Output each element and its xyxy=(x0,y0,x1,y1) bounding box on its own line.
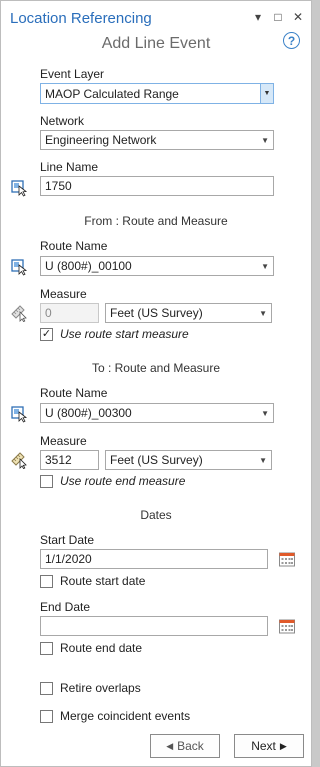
back-button-label: Back xyxy=(177,739,204,753)
back-arrow-icon: ◀ xyxy=(166,740,174,751)
network-dropdown[interactable]: Engineering Network ▼ xyxy=(40,130,274,150)
pane-menu-icon[interactable]: ▾ xyxy=(253,11,263,23)
use-route-end-measure-checkbox[interactable] xyxy=(40,474,53,488)
page-title: Add Line Event xyxy=(101,35,211,52)
calendar-icon[interactable] xyxy=(278,550,296,571)
chevron-down-icon: ▼ xyxy=(259,308,267,318)
to-units-dropdown[interactable]: Feet (US Survey) ▼ xyxy=(105,450,272,470)
chevron-down-icon: ▼ xyxy=(261,135,269,145)
to-measure-input[interactable]: 3512 xyxy=(40,450,99,470)
select-route-map-tool-icon[interactable] xyxy=(9,256,29,276)
line-name-input[interactable]: 1750 xyxy=(40,176,274,196)
to-route-name-dropdown[interactable]: U (800#)_00300 ▼ xyxy=(40,403,274,423)
route-start-date-label: Route start date xyxy=(60,574,146,588)
to-units-value: Feet (US Survey) xyxy=(110,453,203,467)
end-date-input[interactable] xyxy=(40,616,268,636)
use-route-end-measure-row[interactable]: Use route end measure xyxy=(40,474,185,488)
from-section-heading: From : Route and Measure xyxy=(84,214,228,228)
merge-coincident-checkbox[interactable] xyxy=(40,709,53,723)
from-measure-label: Measure xyxy=(40,287,87,301)
route-end-date-label: Route end date xyxy=(60,641,143,655)
help-icon[interactable]: ? xyxy=(283,32,300,49)
pane-title: Location Referencing xyxy=(10,10,152,27)
dates-section-heading: Dates xyxy=(140,508,172,522)
route-start-date-checkbox[interactable] xyxy=(40,574,53,588)
route-end-date-row[interactable]: Route end date xyxy=(40,641,142,655)
network-label: Network xyxy=(40,114,85,128)
close-icon[interactable]: ✕ xyxy=(293,11,303,23)
calendar-icon[interactable] xyxy=(278,617,296,638)
chevron-down-icon[interactable]: ▼ xyxy=(260,84,273,103)
location-referencing-pane: Location Referencing ▾ □ ✕ Add Line Even… xyxy=(0,0,312,767)
from-units-dropdown[interactable]: Feet (US Survey) ▼ xyxy=(105,303,272,323)
pick-measure-tool-icon[interactable] xyxy=(9,302,29,322)
event-layer-value: MAOP Calculated Range xyxy=(45,86,179,101)
pick-measure-tool-icon[interactable] xyxy=(9,449,29,469)
to-route-name-label: Route Name xyxy=(40,386,108,400)
from-units-value: Feet (US Survey) xyxy=(110,306,203,320)
retire-overlaps-row[interactable]: Retire overlaps xyxy=(40,681,141,695)
end-date-label: End Date xyxy=(40,600,91,614)
from-measure-input[interactable]: 0 xyxy=(40,303,99,323)
select-route-map-tool-icon[interactable] xyxy=(9,403,29,423)
from-route-name-dropdown[interactable]: U (800#)_00100 ▼ xyxy=(40,256,274,276)
maximize-icon[interactable]: □ xyxy=(273,11,283,23)
route-end-date-checkbox[interactable] xyxy=(40,641,53,655)
to-route-name-value: U (800#)_00300 xyxy=(45,406,132,420)
chevron-down-icon: ▼ xyxy=(259,455,267,465)
next-arrow-icon: ▶ xyxy=(279,740,287,751)
line-name-label: Line Name xyxy=(40,160,99,174)
use-route-end-measure-label: Use route end measure xyxy=(60,474,186,488)
merge-coincident-row[interactable]: Merge coincident events xyxy=(40,709,190,723)
select-line-map-tool-icon[interactable] xyxy=(9,177,29,197)
chevron-down-icon: ▼ xyxy=(261,261,269,271)
back-button[interactable]: ◀ Back xyxy=(150,734,220,758)
start-date-label: Start Date xyxy=(40,533,95,547)
retire-overlaps-label: Retire overlaps xyxy=(60,681,141,695)
to-measure-label: Measure xyxy=(40,434,87,448)
event-layer-dropdown[interactable]: MAOP Calculated Range ▼ xyxy=(40,83,274,104)
next-button-label: Next xyxy=(251,739,276,753)
merge-coincident-label: Merge coincident events xyxy=(60,709,191,723)
start-date-input[interactable]: 1/1/2020 xyxy=(40,549,268,569)
window-controls: ▾ □ ✕ xyxy=(253,11,303,23)
route-start-date-row[interactable]: Route start date xyxy=(40,574,145,588)
next-button[interactable]: Next ▶ xyxy=(234,734,304,758)
from-route-name-value: U (800#)_00100 xyxy=(45,259,132,273)
from-route-name-label: Route Name xyxy=(40,239,108,253)
use-route-start-measure-label: Use route start measure xyxy=(60,327,189,341)
network-value: Engineering Network xyxy=(45,133,157,147)
use-route-start-measure-checkbox[interactable]: ✓ xyxy=(40,327,53,341)
retire-overlaps-checkbox[interactable] xyxy=(40,681,53,695)
to-section-heading: To : Route and Measure xyxy=(91,361,221,375)
event-layer-label: Event Layer xyxy=(40,67,105,81)
use-route-start-measure-row[interactable]: ✓ Use route start measure xyxy=(40,327,189,341)
chevron-down-icon: ▼ xyxy=(261,408,269,418)
